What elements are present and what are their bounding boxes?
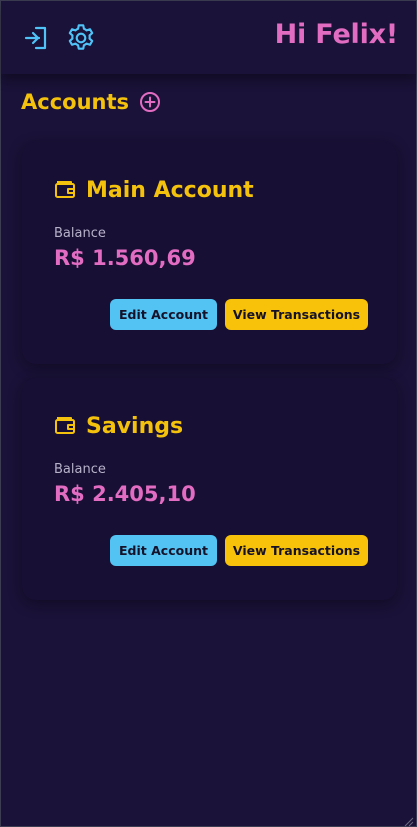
wallet-icon bbox=[54, 179, 76, 203]
greeting-text: Hi Felix! bbox=[274, 19, 399, 50]
resize-handle-icon[interactable] bbox=[402, 812, 414, 827]
plus-circle-icon[interactable] bbox=[139, 91, 161, 113]
account-name: Main Account bbox=[86, 178, 254, 203]
account-card-title-row: Savings bbox=[54, 414, 183, 439]
app-window: Hi Felix! Accounts Main Account Balance … bbox=[0, 0, 417, 827]
account-card: Savings Balance R$ 2.405,10 Edit Account… bbox=[22, 378, 397, 600]
view-transactions-button[interactable]: View Transactions bbox=[225, 535, 368, 566]
logout-icon[interactable] bbox=[19, 21, 53, 55]
balance-value: R$ 2.405,10 bbox=[54, 482, 196, 506]
top-bar: Hi Felix! bbox=[1, 1, 416, 74]
balance-label: Balance bbox=[54, 226, 106, 241]
account-card-title-row: Main Account bbox=[54, 178, 254, 203]
account-name: Savings bbox=[86, 414, 184, 439]
balance-value: R$ 1.560,69 bbox=[54, 246, 196, 270]
gear-icon[interactable] bbox=[64, 21, 98, 55]
accounts-title: Accounts bbox=[21, 90, 130, 114]
view-transactions-button[interactable]: View Transactions bbox=[225, 299, 368, 330]
balance-label: Balance bbox=[54, 462, 106, 477]
account-card: Main Account Balance R$ 1.560,69 Edit Ac… bbox=[22, 142, 397, 364]
edit-account-button[interactable]: Edit Account bbox=[110, 535, 217, 566]
wallet-icon bbox=[54, 415, 76, 439]
edit-account-button[interactable]: Edit Account bbox=[110, 299, 217, 330]
accounts-header: Accounts bbox=[21, 90, 161, 114]
